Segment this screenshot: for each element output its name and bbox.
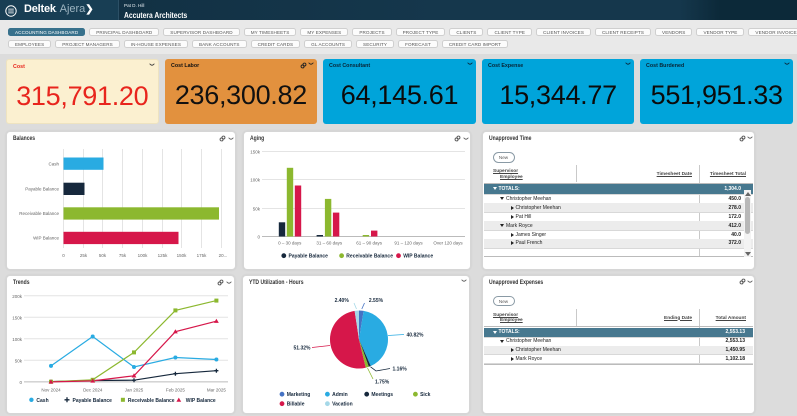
- svg-text:Billable: Billable: [287, 401, 305, 407]
- svg-text:Receivable Balance: Receivable Balance: [128, 397, 175, 403]
- svg-text:Payable Balance: Payable Balance: [73, 397, 113, 403]
- svg-text:25k: 25k: [79, 253, 87, 258]
- svg-text:91 – 120 days: 91 – 120 days: [394, 241, 423, 246]
- svg-text:Receivable Balance: Receivable Balance: [346, 254, 393, 260]
- svg-text:Feb 2025: Feb 2025: [166, 387, 186, 392]
- svg-text:0 – 30 days: 0 – 30 days: [278, 241, 302, 246]
- svg-text:100k: 100k: [250, 178, 261, 183]
- svg-text:WIP Balance: WIP Balance: [186, 397, 216, 403]
- svg-text:Marketing: Marketing: [287, 392, 311, 398]
- svg-text:Receivable Balance: Receivable Balance: [19, 211, 59, 216]
- svg-text:Mar 2025: Mar 2025: [207, 387, 227, 392]
- svg-text:100k: 100k: [12, 336, 23, 341]
- svg-text:Cash: Cash: [36, 397, 48, 403]
- svg-text:0: 0: [19, 379, 22, 384]
- svg-text:Payable Balance: Payable Balance: [25, 186, 59, 191]
- svg-text:150k: 150k: [176, 253, 187, 258]
- svg-text:31 – 60 days: 31 – 60 days: [316, 241, 343, 246]
- svg-text:75k: 75k: [118, 253, 126, 258]
- svg-text:Dec 2024: Dec 2024: [83, 387, 103, 392]
- svg-text:50k: 50k: [253, 207, 261, 212]
- svg-text:Sick: Sick: [420, 392, 431, 398]
- svg-text:Cash: Cash: [48, 161, 59, 166]
- svg-text:Nov 2024: Nov 2024: [41, 387, 61, 392]
- svg-text:150k: 150k: [250, 150, 261, 155]
- svg-text:20...: 20...: [218, 253, 227, 258]
- svg-text:0: 0: [62, 253, 65, 258]
- svg-text:175k: 175k: [196, 253, 207, 258]
- svg-text:200k: 200k: [12, 293, 23, 298]
- svg-text:51.32%: 51.32%: [294, 345, 312, 351]
- svg-text:Over 120 days: Over 120 days: [433, 241, 463, 246]
- svg-text:WIP Balance: WIP Balance: [33, 235, 59, 240]
- svg-text:40.82%: 40.82%: [407, 332, 425, 338]
- svg-text:150k: 150k: [12, 315, 23, 320]
- svg-text:2.40%: 2.40%: [335, 297, 350, 303]
- svg-text:WIP Balance: WIP Balance: [403, 254, 433, 260]
- svg-text:50k: 50k: [98, 253, 106, 258]
- svg-text:2.55%: 2.55%: [369, 297, 384, 303]
- svg-text:50k: 50k: [15, 358, 23, 363]
- svg-text:1.16%: 1.16%: [393, 366, 408, 372]
- svg-text:0: 0: [257, 235, 260, 240]
- svg-text:Admin: Admin: [332, 392, 348, 398]
- svg-text:61 – 90 days: 61 – 90 days: [356, 241, 383, 246]
- svg-text:Payable Balance: Payable Balance: [289, 254, 329, 260]
- svg-text:125k: 125k: [157, 253, 168, 258]
- svg-text:Meetings: Meetings: [371, 392, 393, 398]
- svg-text:100k: 100k: [137, 253, 148, 258]
- svg-text:1.75%: 1.75%: [375, 379, 390, 385]
- svg-text:Vacation: Vacation: [332, 401, 353, 407]
- svg-text:Jan 2025: Jan 2025: [125, 387, 144, 392]
